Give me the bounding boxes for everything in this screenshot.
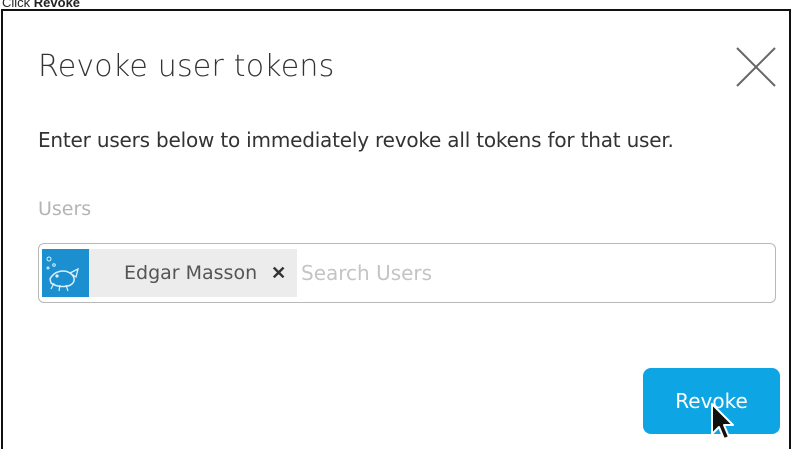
search-users-input[interactable]	[301, 256, 761, 290]
mouse-pointer-icon	[711, 403, 734, 440]
dialog-title: Revoke user tokens	[38, 49, 335, 84]
dialog-description: Enter users below to immediately revoke …	[38, 128, 674, 152]
users-select-field[interactable]: Edgar Masson ✕	[38, 243, 776, 303]
revoke-tokens-dialog: Revoke user tokens Enter users below to …	[1, 9, 791, 449]
avatar-icon	[42, 249, 89, 297]
user-chip-name: Edgar Masson	[124, 262, 258, 284]
users-field-label: Users	[38, 198, 92, 220]
close-button[interactable]	[733, 44, 779, 90]
remove-user-icon[interactable]: ✕	[271, 264, 286, 282]
user-chip: Edgar Masson ✕	[42, 249, 297, 297]
user-avatar	[42, 249, 89, 297]
close-icon	[736, 47, 776, 87]
